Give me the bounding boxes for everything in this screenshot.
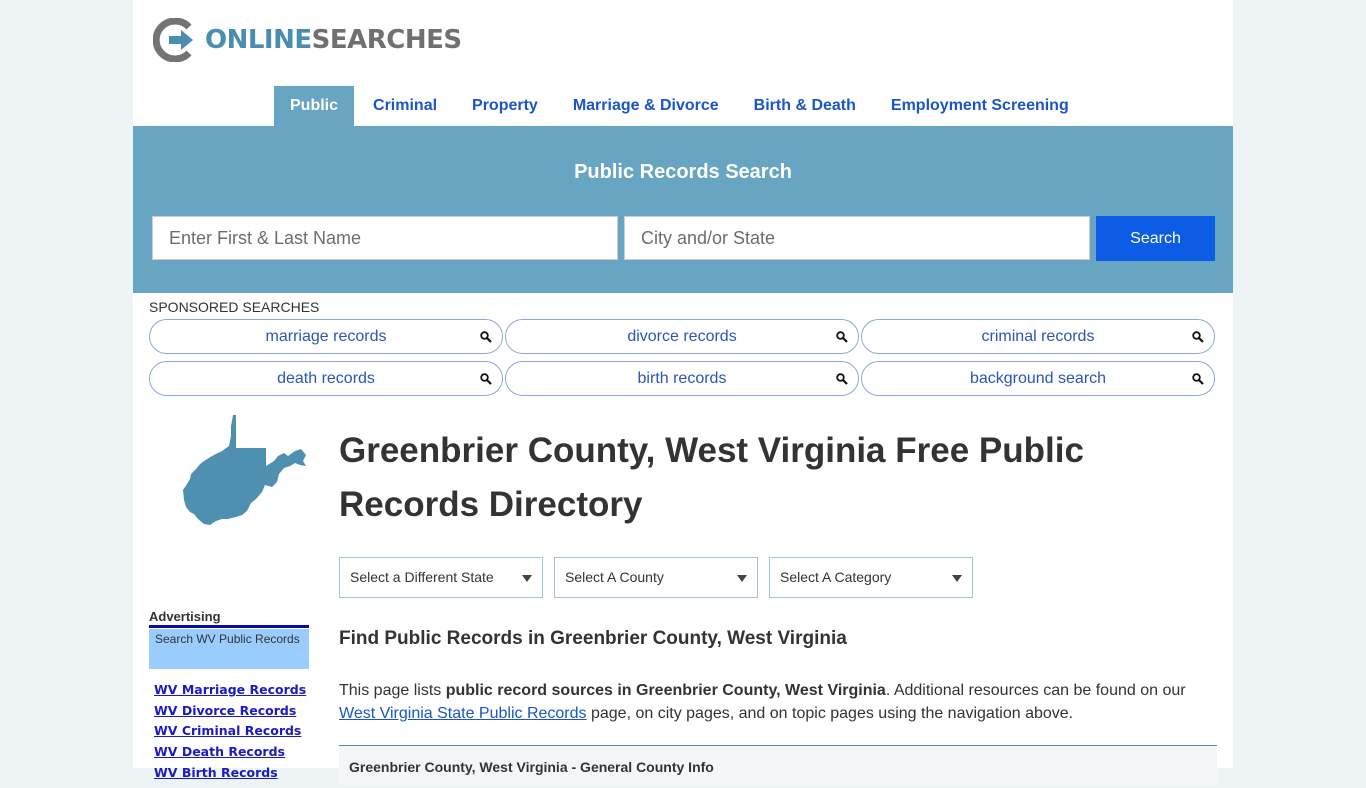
intro-bold-text: public record sources in Greenbrier Coun… <box>445 682 886 699</box>
select-state[interactable]: Select a Different State <box>339 557 543 598</box>
search-icon <box>480 331 492 343</box>
search-panel: Public Records Search Search <box>133 126 1233 293</box>
page-container: ONLINESEARCHES Public Criminal Property … <box>133 0 1233 785</box>
sponsored-searches: marriage records divorce records crimina… <box>149 319 1215 396</box>
sponsored-birth-records[interactable]: birth records <box>505 361 859 396</box>
pill-label: criminal records <box>981 328 1095 345</box>
nav-criminal[interactable]: Criminal <box>357 86 453 126</box>
search-icon <box>836 331 848 343</box>
search-icon <box>480 373 492 385</box>
nav-birth-death[interactable]: Birth & Death <box>738 86 872 126</box>
sponsored-death-records[interactable]: death records <box>149 361 503 396</box>
pill-label: divorce records <box>627 328 737 345</box>
intro-text: . Additional resources can be found on o… <box>885 682 1186 699</box>
intro-text: This page lists <box>339 682 446 699</box>
nav-marriage-divorce[interactable]: Marriage & Divorce <box>557 86 735 126</box>
state-records-link[interactable]: West Virginia State Public Records <box>339 705 587 722</box>
main-nav: Public Criminal Property Marriage & Divo… <box>274 86 1088 126</box>
intro-text: page, on city pages, and on topic pages … <box>586 704 1074 722</box>
intro-paragraph: This page lists public record sources in… <box>339 680 1219 725</box>
search-icon <box>1192 373 1204 385</box>
page-title: Greenbrier County, West Virginia Free Pu… <box>339 431 1084 524</box>
select-category-value: Select A Category <box>780 569 892 585</box>
nav-public[interactable]: Public <box>274 86 355 126</box>
county-info-title: Greenbrier County, West Virginia - Gener… <box>349 759 714 775</box>
select-county-value: Select A County <box>565 569 664 585</box>
search-icon <box>1192 331 1204 343</box>
chevron-down-icon <box>522 575 532 582</box>
ad-box-search-wv[interactable]: Search WV Public Records <box>149 629 309 669</box>
west-virginia-map-icon <box>183 415 306 525</box>
sponsored-label: SPONSORED SEARCHES <box>149 299 320 315</box>
chevron-down-icon <box>952 575 962 582</box>
search-button[interactable]: Search <box>1096 216 1215 261</box>
county-info-box: Greenbrier County, West Virginia - Gener… <box>339 745 1217 785</box>
logo-arrow-icon <box>153 18 193 62</box>
select-category[interactable]: Select A Category <box>769 557 973 598</box>
search-icon <box>836 373 848 385</box>
search-title: Public Records Search <box>574 161 792 183</box>
select-state-value: Select a Different State <box>350 569 494 585</box>
chevron-down-icon <box>737 575 747 582</box>
pill-label: background search <box>969 370 1107 387</box>
sponsored-marriage-records[interactable]: marriage records <box>149 319 503 354</box>
advertising-label: Advertising <box>149 609 309 628</box>
pill-label: marriage records <box>265 328 387 345</box>
section-heading: Find Public Records in Greenbrier County… <box>339 628 847 649</box>
pill-label: birth records <box>637 370 727 387</box>
nav-property[interactable]: Property <box>456 86 554 126</box>
filter-selects: Select a Different State Select A County… <box>339 557 973 598</box>
select-county[interactable]: Select A County <box>554 557 758 598</box>
sponsored-background-search[interactable]: background search <box>861 361 1215 396</box>
nav-employment-screening[interactable]: Employment Screening <box>875 86 1085 126</box>
name-input[interactable] <box>152 216 618 260</box>
logo-text: ONLINESEARCHES <box>205 25 462 55</box>
sidebar-link-death[interactable]: WV Death Records <box>154 742 306 763</box>
city-state-input[interactable] <box>624 216 1090 260</box>
sidebar-link-criminal[interactable]: WV Criminal Records <box>154 721 306 742</box>
sidebar-link-marriage[interactable]: WV Marriage Records <box>154 680 306 701</box>
sponsored-divorce-records[interactable]: divorce records <box>505 319 859 354</box>
sponsored-criminal-records[interactable]: criminal records <box>861 319 1215 354</box>
sidebar-link-divorce[interactable]: WV Divorce Records <box>154 701 306 722</box>
pill-label: death records <box>277 370 375 387</box>
sidebar-link-birth[interactable]: WV Birth Records <box>154 763 306 784</box>
site-logo[interactable]: ONLINESEARCHES <box>153 18 462 62</box>
